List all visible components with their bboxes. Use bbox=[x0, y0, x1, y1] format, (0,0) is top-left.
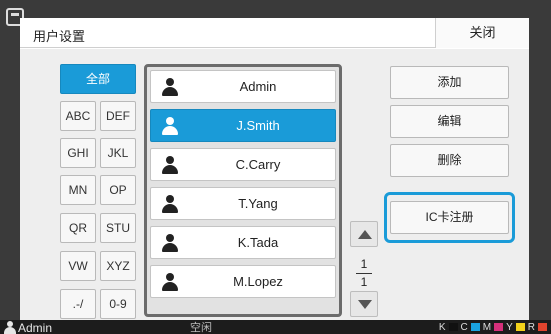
edit-button[interactable]: 编辑 bbox=[390, 105, 509, 138]
user-settings-dialog: 用户设置 关闭 全部 ABC DEF GHI JKL MN OP QR STU … bbox=[20, 18, 529, 321]
total-pages: 1 bbox=[360, 275, 368, 289]
ink-label-y: Y bbox=[506, 321, 513, 333]
filter-op-button[interactable]: OP bbox=[100, 175, 136, 205]
dialog-title: 用户设置 bbox=[33, 29, 86, 44]
ink-y-swatch bbox=[515, 323, 525, 331]
page-divider bbox=[356, 273, 372, 274]
dialog-header: 用户设置 关闭 bbox=[20, 18, 529, 48]
user-icon bbox=[162, 78, 178, 96]
status-bar: Admin 空闲 K C M Y R bbox=[0, 320, 551, 334]
user-row-mlopez[interactable]: M.Lopez bbox=[150, 265, 336, 298]
ink-m-swatch bbox=[494, 323, 504, 331]
ink-k-swatch bbox=[448, 323, 458, 331]
status-state: 空闲 bbox=[190, 322, 212, 334]
user-name: T.Yang bbox=[238, 196, 278, 211]
ink-label-k: K bbox=[438, 321, 446, 333]
user-name: Admin bbox=[239, 79, 277, 94]
filter-vw-button[interactable]: VW bbox=[60, 251, 96, 281]
page-up-button[interactable] bbox=[350, 221, 378, 247]
user-name: J.Smith bbox=[236, 118, 280, 133]
user-list[interactable]: Admin J.Smith C.Carry T.Yang K.Tada M.Lo… bbox=[144, 64, 342, 317]
ink-levels: K C M Y R bbox=[438, 321, 547, 333]
user-icon bbox=[162, 234, 178, 252]
filter-abc-button[interactable]: ABC bbox=[60, 101, 96, 131]
status-user: Admin bbox=[18, 321, 53, 334]
ink-label-c: C bbox=[460, 321, 468, 333]
close-button[interactable]: 关闭 bbox=[435, 18, 529, 48]
user-row-jsmith[interactable]: J.Smith bbox=[150, 109, 336, 142]
filter-ghi-button[interactable]: GHI bbox=[60, 138, 96, 168]
filter-def-button[interactable]: DEF bbox=[100, 101, 136, 131]
user-row-tyang[interactable]: T.Yang bbox=[150, 187, 336, 220]
user-icon bbox=[162, 273, 178, 291]
ic-card-register-button[interactable]: IC卡注册 bbox=[390, 201, 509, 234]
user-row-ktada[interactable]: K.Tada bbox=[150, 226, 336, 259]
arrow-down-icon bbox=[358, 300, 372, 309]
filter-digits-button[interactable]: 0-9 bbox=[100, 289, 136, 319]
dialog-body: 全部 ABC DEF GHI JKL MN OP QR STU VW XYZ .… bbox=[20, 49, 529, 321]
user-icon bbox=[4, 321, 16, 334]
page-down-button[interactable] bbox=[350, 291, 378, 317]
user-icon bbox=[162, 117, 178, 135]
filter-qr-button[interactable]: QR bbox=[60, 213, 96, 243]
ink-r-swatch bbox=[538, 323, 547, 331]
filter-mn-button[interactable]: MN bbox=[60, 175, 96, 205]
filter-xyz-button[interactable]: XYZ bbox=[100, 251, 136, 281]
ink-label-m: M bbox=[482, 321, 492, 333]
filter-stu-button[interactable]: STU bbox=[100, 213, 136, 243]
user-icon bbox=[162, 195, 178, 213]
user-name: C.Carry bbox=[235, 157, 281, 172]
filter-all-button[interactable]: 全部 bbox=[60, 64, 136, 94]
user-name: M.Lopez bbox=[233, 274, 283, 289]
filter-symbols-button[interactable]: .-/ bbox=[60, 289, 96, 319]
filter-jkl-button[interactable]: JKL bbox=[100, 138, 136, 168]
delete-button[interactable]: 删除 bbox=[390, 144, 509, 177]
user-icon bbox=[162, 156, 178, 174]
user-row-ccarry[interactable]: C.Carry bbox=[150, 148, 336, 181]
ink-c-swatch bbox=[470, 323, 480, 331]
current-page: 1 bbox=[360, 257, 368, 271]
user-name: K.Tada bbox=[237, 235, 279, 250]
add-button[interactable]: 添加 bbox=[390, 66, 509, 99]
arrow-up-icon bbox=[358, 230, 372, 239]
ink-label-r: R bbox=[527, 321, 535, 333]
user-row-admin[interactable]: Admin bbox=[150, 70, 336, 103]
